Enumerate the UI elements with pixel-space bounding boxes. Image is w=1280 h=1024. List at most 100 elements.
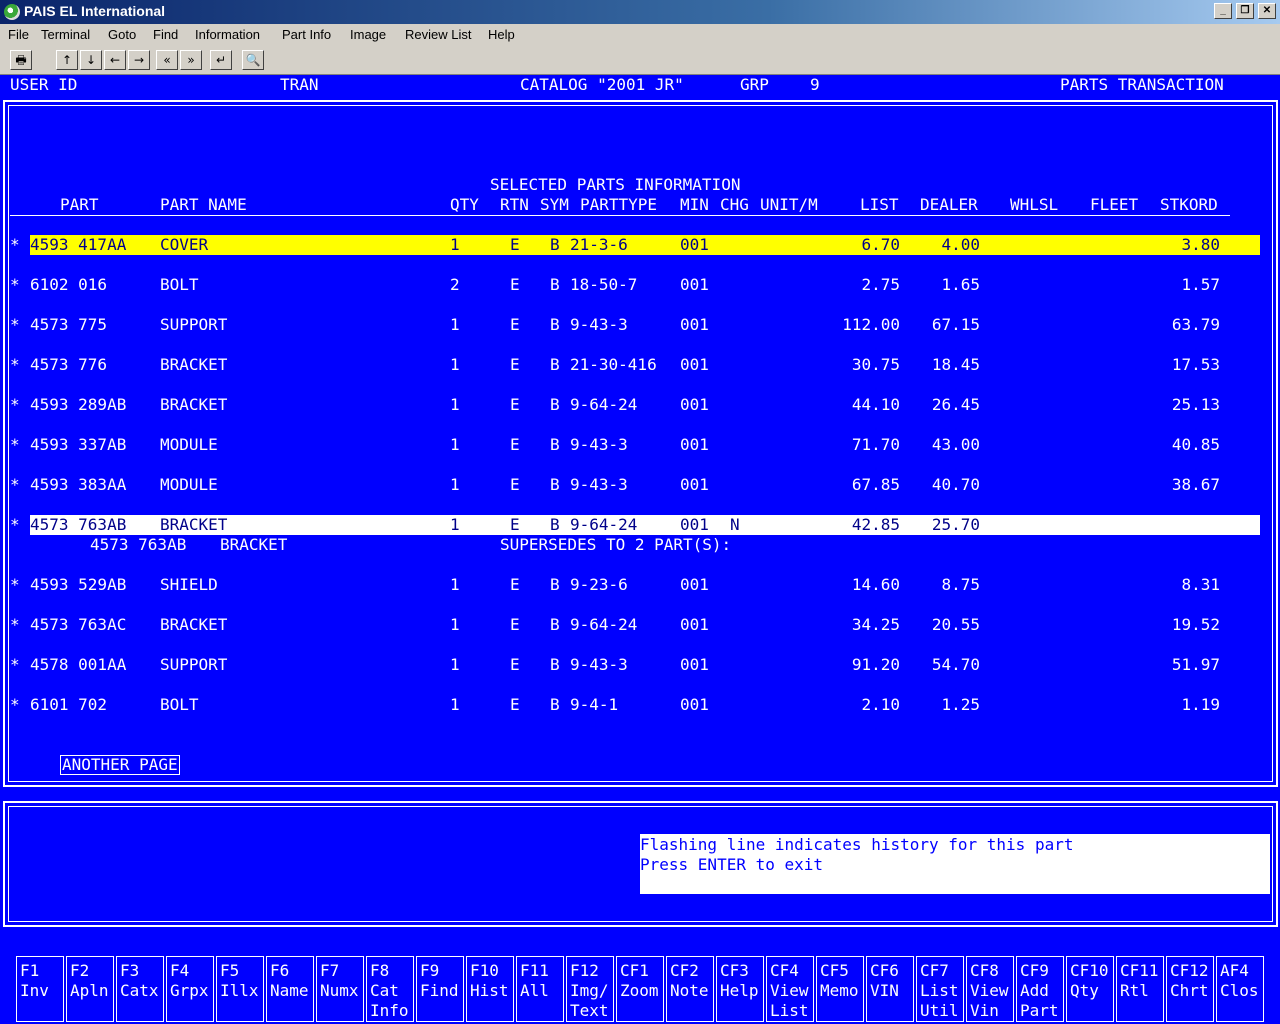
fkey-cf3[interactable]: CF3 Help bbox=[716, 956, 764, 1022]
row-3-part: 4573 775 bbox=[30, 315, 108, 334]
row-11-ptype: 9-43-3 bbox=[570, 655, 628, 674]
menu-goto[interactable]: Goto bbox=[108, 27, 136, 42]
toolbar: 🖶 ↑ ↓ ← → « » ↵ 🔍 bbox=[0, 46, 1280, 75]
fkey-cf2[interactable]: CF2 Note bbox=[666, 956, 714, 1022]
fkey-cf8[interactable]: CF8 View Vin bbox=[966, 956, 1014, 1022]
fkey-f9[interactable]: F9 Find bbox=[416, 956, 464, 1022]
fkey-f10[interactable]: F10 Hist bbox=[466, 956, 514, 1022]
col-stkord: STKORD bbox=[1160, 195, 1218, 214]
arrow-up-icon[interactable]: ↑ bbox=[56, 50, 78, 70]
row-4-list: 30.75 bbox=[851, 355, 900, 374]
col-parttype: PARTTYPE bbox=[580, 195, 658, 214]
row-8-rtn: E bbox=[510, 515, 520, 534]
fkey-f2[interactable]: F2 Apln bbox=[66, 956, 114, 1022]
row-4-min: 001 bbox=[680, 355, 709, 374]
menu-image[interactable]: Image bbox=[350, 27, 386, 42]
row-1-part: 4593 417AA bbox=[30, 235, 127, 254]
row-6-min: 001 bbox=[680, 435, 709, 454]
row-9-qty: 1 bbox=[450, 575, 460, 594]
fkey-f1[interactable]: F1 Inv bbox=[16, 956, 64, 1022]
row-2-sym: B bbox=[550, 275, 560, 294]
row-5-name: BRACKET bbox=[160, 395, 228, 414]
row-3-min: 001 bbox=[680, 315, 709, 334]
print-icon[interactable]: 🖶 bbox=[10, 50, 32, 70]
row-5-sym: B bbox=[550, 395, 560, 414]
row-12-stkord: 1.19 bbox=[1181, 695, 1220, 714]
row-2-rtn: E bbox=[510, 275, 520, 294]
row-4-name: BRACKET bbox=[160, 355, 228, 374]
col-unit: UNIT/M bbox=[760, 195, 818, 214]
row-3-sym: B bbox=[550, 315, 560, 334]
fkey-af4[interactable]: AF4 Clos bbox=[1216, 956, 1264, 1022]
row-11-min: 001 bbox=[680, 655, 709, 674]
arrow-left-icon[interactable]: ← bbox=[104, 50, 126, 70]
row-3-ptype: 9-43-3 bbox=[570, 315, 628, 334]
menu-help[interactable]: Help bbox=[488, 27, 515, 42]
fkey-f3[interactable]: F3 Catx bbox=[116, 956, 164, 1022]
fkey-f8[interactable]: F8 Cat Info bbox=[366, 956, 414, 1022]
another-page-link[interactable]: ANOTHER PAGE bbox=[60, 755, 180, 775]
row-1-ptype: 21-3-6 bbox=[570, 235, 628, 254]
row-2-name: BOLT bbox=[160, 275, 199, 294]
row-3-name: SUPPORT bbox=[160, 315, 228, 334]
menu-bar: File Terminal Goto Find Information Part… bbox=[0, 24, 1280, 46]
fkey-cf7[interactable]: CF7 List Util bbox=[916, 956, 964, 1022]
page-next-icon[interactable]: » bbox=[180, 50, 202, 70]
fkey-f12[interactable]: F12 Img/ Text bbox=[566, 956, 614, 1022]
fkey-f7[interactable]: F7 Numx bbox=[316, 956, 364, 1022]
col-fleet: FLEET bbox=[1090, 195, 1139, 214]
row-2-stkord: 1.57 bbox=[1181, 275, 1220, 294]
row-11-sym: B bbox=[550, 655, 560, 674]
row-10-part: 4573 763AC bbox=[30, 615, 127, 634]
fkey-f6[interactable]: F6 Name bbox=[266, 956, 314, 1022]
row-8-part: 4573 763AB bbox=[30, 515, 127, 534]
grp-label: GRP bbox=[740, 75, 769, 94]
menu-terminal[interactable]: Terminal bbox=[41, 27, 90, 42]
row-10-dealer: 20.55 bbox=[931, 615, 980, 634]
fkey-cf11[interactable]: CF11 Rtl bbox=[1116, 956, 1164, 1022]
arrow-down-icon[interactable]: ↓ bbox=[80, 50, 102, 70]
minimize-button[interactable]: _ bbox=[1214, 3, 1232, 19]
row-1-rtn: E bbox=[510, 235, 520, 254]
fkey-f11[interactable]: F11 All bbox=[516, 956, 564, 1022]
fkey-f5[interactable]: F5 Illx bbox=[216, 956, 264, 1022]
menu-part-info[interactable]: Part Info bbox=[282, 27, 331, 42]
title-bar: PAIS EL International _ ❐ ✕ bbox=[0, 0, 1280, 24]
row-12-dealer: 1.25 bbox=[941, 695, 980, 714]
row-4-stkord: 17.53 bbox=[1171, 355, 1220, 374]
row-3-list: 112.00 bbox=[842, 315, 900, 334]
row-6-sym: B bbox=[550, 435, 560, 454]
row-4-rtn: E bbox=[510, 355, 520, 374]
close-button[interactable]: ✕ bbox=[1258, 3, 1276, 19]
row-8-min: 001 bbox=[680, 515, 709, 534]
fkey-cf5[interactable]: CF5 Memo bbox=[816, 956, 864, 1022]
row-9-dealer: 8.75 bbox=[941, 575, 980, 594]
fkey-cf12[interactable]: CF12 Chrt bbox=[1166, 956, 1214, 1022]
row-12-ptype: 9-4-1 bbox=[570, 695, 619, 714]
row-9-list: 14.60 bbox=[851, 575, 900, 594]
message-box: Flashing line indicates history for this… bbox=[640, 834, 1270, 894]
menu-information[interactable]: Information bbox=[195, 27, 260, 42]
row-12-min: 001 bbox=[680, 695, 709, 714]
fkey-cf9[interactable]: CF9 Add Part bbox=[1016, 956, 1064, 1022]
row-2-min: 001 bbox=[680, 275, 709, 294]
menu-file[interactable]: File bbox=[8, 27, 29, 42]
row-7-list: 67.85 bbox=[851, 475, 900, 494]
screen-title: PARTS TRANSACTION bbox=[1060, 75, 1224, 94]
row-11-stkord: 51.97 bbox=[1171, 655, 1220, 674]
enter-icon[interactable]: ↵ bbox=[210, 50, 232, 70]
menu-find[interactable]: Find bbox=[153, 27, 178, 42]
arrow-right-icon[interactable]: → bbox=[128, 50, 150, 70]
fkey-f4[interactable]: F4 Grpx bbox=[166, 956, 214, 1022]
row-3-rtn: E bbox=[510, 315, 520, 334]
row-3-qty: 1 bbox=[450, 315, 460, 334]
fkey-cf6[interactable]: CF6 VIN bbox=[866, 956, 914, 1022]
page-prev-icon[interactable]: « bbox=[156, 50, 178, 70]
fkey-cf1[interactable]: CF1 Zoom bbox=[616, 956, 664, 1022]
row-2-list: 2.75 bbox=[861, 275, 900, 294]
restore-button[interactable]: ❐ bbox=[1236, 3, 1254, 19]
fkey-cf10[interactable]: CF10 Qty bbox=[1066, 956, 1114, 1022]
fkey-cf4[interactable]: CF4 View List bbox=[766, 956, 814, 1022]
zoom-icon[interactable]: 🔍 bbox=[242, 50, 264, 70]
menu-review-list[interactable]: Review List bbox=[405, 27, 471, 42]
